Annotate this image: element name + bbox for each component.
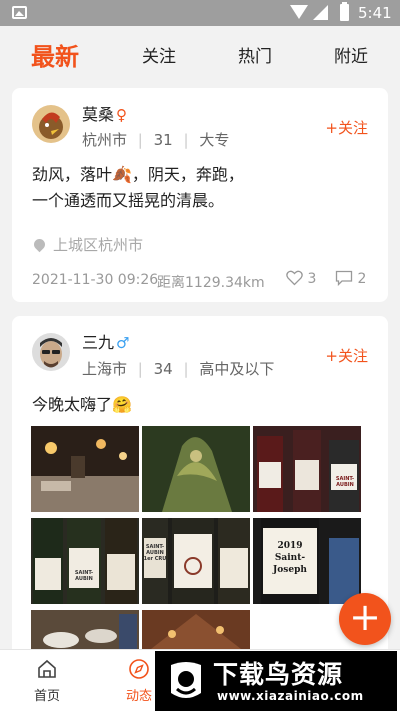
post-text: 劲风，落叶🍂，阴天，奔跑， 一个通透而又摇晃的清晨。	[32, 162, 244, 214]
comment-count: 2	[357, 271, 367, 287]
post-card[interactable]: 三九 ♂ 上海市 | 34 | 高中及以下 +关注 今晚太嗨了🤗 SAINT-A…	[12, 316, 388, 656]
post-card[interactable]: 莫桑 ♀ 杭州市 | 31 | 大专 +关注 劲风，落叶🍂，阴天，奔跑， 一个通透…	[12, 88, 388, 302]
post-distance: 距离1129.34km	[157, 275, 265, 291]
nav-home[interactable]: 首页	[12, 650, 82, 711]
status-time: 5:41	[358, 4, 392, 22]
post-photo[interactable]	[31, 426, 139, 512]
wifi-icon	[290, 5, 308, 19]
post-location[interactable]: 上城区杭州市	[31, 234, 144, 255]
compass-icon	[129, 659, 149, 679]
user-city: 杭州市	[82, 131, 128, 149]
user-age: 31	[153, 131, 173, 149]
location-text: 上城区杭州市	[53, 236, 144, 254]
post-photo[interactable]: SAINT-AUBIN 1er CRU	[142, 518, 250, 604]
tab-latest[interactable]: 最新	[31, 26, 79, 88]
meta-separator: |	[183, 360, 189, 378]
post-photo[interactable]: 2019 Saint-Joseph	[253, 518, 361, 604]
meta-separator: |	[137, 360, 143, 378]
follow-button[interactable]: +关注	[325, 117, 368, 138]
post-text-line: 一个通透而又摇晃的清晨。	[32, 191, 225, 210]
plus-icon: +	[349, 595, 381, 639]
username-text: 莫桑	[82, 105, 115, 124]
username[interactable]: 三九 ♂	[82, 329, 129, 353]
heart-icon	[286, 270, 303, 286]
post-photo[interactable]: SAINT-AUBIN	[253, 426, 361, 512]
avatar[interactable]	[32, 333, 70, 371]
user-education: 高中及以下	[199, 360, 275, 378]
tab-nearby[interactable]: 附近	[334, 26, 368, 88]
post-photo[interactable]	[142, 426, 250, 512]
gallery-icon	[12, 6, 27, 19]
user-age: 34	[153, 360, 173, 378]
bottle-label: 2019 Saint-Joseph	[273, 541, 307, 575]
follow-button[interactable]: +关注	[325, 345, 368, 366]
username[interactable]: 莫桑 ♀	[82, 101, 127, 125]
watermark-title: 下载鸟资源	[213, 660, 344, 689]
home-icon	[38, 659, 56, 678]
post-text-line: 劲风，落叶🍂，阴天，奔跑，	[32, 165, 244, 184]
username-text: 三九	[82, 333, 115, 352]
post-text: 今晚太嗨了🤗	[32, 395, 132, 414]
bottle-label: SAINT-AUBIN	[74, 570, 94, 582]
comment-icon	[335, 270, 353, 287]
user-education: 大专	[199, 131, 230, 149]
bottle-label: SAINT-AUBIN	[335, 476, 355, 488]
nav-home-label: 首页	[33, 689, 60, 704]
user-city: 上海市	[82, 360, 128, 378]
watermark-url: www.xiazainiao.com	[217, 689, 364, 703]
tab-following[interactable]: 关注	[142, 26, 176, 88]
male-icon: ♂	[116, 334, 130, 352]
tab-popular[interactable]: 热门	[238, 26, 272, 88]
user-meta: 上海市 | 34 | 高中及以下	[82, 358, 274, 379]
battery-icon	[340, 2, 349, 21]
status-bar: 5:41	[0, 0, 400, 26]
add-post-button[interactable]: +	[339, 593, 391, 645]
like-count: 3	[307, 271, 317, 287]
like-button[interactable]: 3	[286, 270, 316, 287]
post-photo[interactable]: SAINT-AUBIN	[31, 518, 139, 604]
meta-separator: |	[183, 131, 189, 149]
bird-logo-icon	[171, 662, 201, 698]
post-datetime: 2021-11-30 09:26	[32, 272, 159, 288]
signal-icon	[313, 5, 328, 20]
top-tab-bar: 最新 关注 热门 附近	[0, 26, 400, 88]
meta-separator: |	[137, 131, 143, 149]
avatar[interactable]	[32, 105, 70, 143]
bottle-label: SAINT-AUBIN 1er CRU	[143, 544, 167, 562]
location-pin-icon	[31, 236, 48, 253]
comment-button[interactable]: 2	[335, 270, 366, 287]
watermark-banner: 下载鸟资源 www.xiazainiao.com	[155, 651, 397, 711]
user-meta: 杭州市 | 31 | 大专	[82, 129, 229, 150]
female-icon: ♀	[116, 106, 128, 124]
